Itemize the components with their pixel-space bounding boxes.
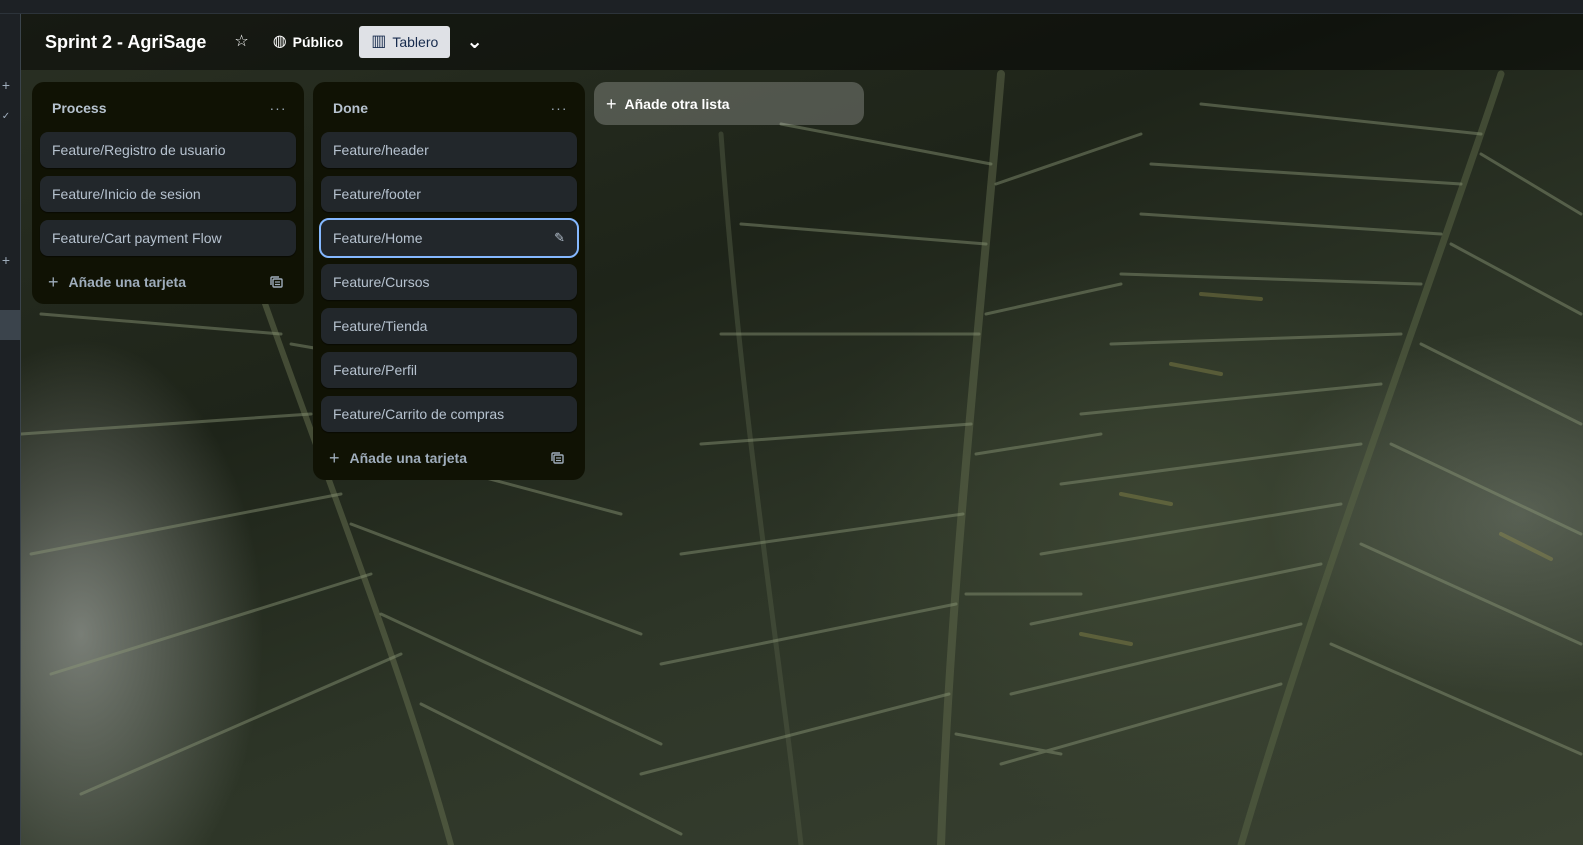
card[interactable]: Feature/header — [321, 132, 577, 168]
visibility-button[interactable]: ◍ Público — [265, 26, 352, 58]
template-icon — [550, 451, 564, 464]
add-card-label: Añade una tarjeta — [349, 450, 467, 466]
list-footer: + Añade una tarjeta — [321, 440, 577, 476]
list-header: Done ··· — [321, 92, 577, 124]
add-card-button[interactable]: + Añade una tarjeta — [48, 273, 186, 291]
card[interactable]: Feature/Tienda — [321, 308, 577, 344]
add-icon[interactable]: + — [0, 78, 12, 92]
visibility-label: Público — [292, 34, 344, 50]
pencil-icon[interactable]: ✎ — [554, 230, 565, 246]
card-title: Feature/Perfil — [333, 362, 418, 378]
add-list-label: Añade otra lista — [624, 95, 730, 112]
template-icon — [269, 275, 283, 288]
plus-icon: + — [606, 93, 617, 114]
card-title: Feature/Tienda — [333, 318, 428, 334]
list-footer: + Añade una tarjeta — [40, 264, 296, 300]
card[interactable]: Feature/Perfil — [321, 352, 577, 388]
add-card-label: Añade una tarjeta — [68, 274, 186, 290]
sidebar-active-item[interactable] — [0, 310, 20, 340]
create-from-template-button[interactable] — [545, 446, 569, 470]
card[interactable]: Feature/Cart payment Flow — [40, 220, 296, 256]
create-from-template-button[interactable] — [264, 270, 288, 294]
card[interactable]: Feature/Inicio de sesion — [40, 176, 296, 212]
card-focused[interactable]: Feature/Home ✎ — [319, 218, 579, 258]
board-canvas: Sprint 2 - AgriSage ☆ ◍ Público ▥ Tabler… — [21, 14, 1583, 845]
list-actions-button[interactable]: ··· — [545, 94, 573, 122]
switch-views-button[interactable]: ⌄ — [458, 26, 491, 58]
top-app-strip — [0, 0, 1583, 14]
card[interactable]: Feature/Registro de usuario — [40, 132, 296, 168]
plus-icon: + — [48, 272, 59, 292]
list-done[interactable]: Done ··· Feature/header Feature/footer F… — [313, 82, 585, 480]
card-title: Feature/Inicio de sesion — [52, 186, 201, 202]
card[interactable]: Feature/footer — [321, 176, 577, 212]
card-title: Feature/Cursos — [333, 274, 430, 290]
card-title: Feature/footer — [333, 186, 421, 202]
plus-icon: + — [329, 448, 340, 468]
more-icon: ··· — [550, 100, 568, 116]
more-icon: ··· — [269, 100, 287, 116]
list-title[interactable]: Process — [52, 100, 106, 116]
star-board-button[interactable]: ☆ — [226, 26, 256, 58]
add-board-icon[interactable]: + — [0, 253, 12, 267]
chevron-down-icon: ⌄ — [466, 31, 484, 53]
board-view-button[interactable]: ▥ Tablero — [359, 26, 451, 58]
workspace-sidebar-collapsed[interactable]: + ✓ + — [0, 14, 21, 845]
board-view-label: Tablero — [392, 34, 439, 50]
card-title: Feature/Registro de usuario — [52, 142, 226, 158]
add-list-button[interactable]: + Añade otra lista — [594, 82, 864, 125]
card[interactable]: Feature/Carrito de compras — [321, 396, 577, 432]
card-title: Feature/Cart payment Flow — [52, 230, 222, 246]
board-title[interactable]: Sprint 2 - AgriSage — [45, 28, 212, 57]
globe-icon: ◍ — [272, 33, 287, 50]
star-icon: ☆ — [234, 33, 249, 50]
check-icon: ✓ — [1, 111, 11, 122]
list-header: Process ··· — [40, 92, 296, 124]
card[interactable]: Feature/Cursos — [321, 264, 577, 300]
card-title: Feature/header — [333, 142, 429, 158]
list-process[interactable]: Process ··· Feature/Registro de usuario … — [32, 82, 304, 304]
list-actions-button[interactable]: ··· — [264, 94, 292, 122]
board-view-icon: ▥ — [371, 33, 387, 50]
add-card-button[interactable]: + Añade una tarjeta — [329, 449, 467, 467]
card-title: Feature/Carrito de compras — [333, 406, 505, 422]
list-title[interactable]: Done — [333, 100, 368, 116]
card-title: Feature/Home — [333, 230, 423, 246]
board-header: Sprint 2 - AgriSage ☆ ◍ Público ▥ Tabler… — [21, 14, 1583, 70]
